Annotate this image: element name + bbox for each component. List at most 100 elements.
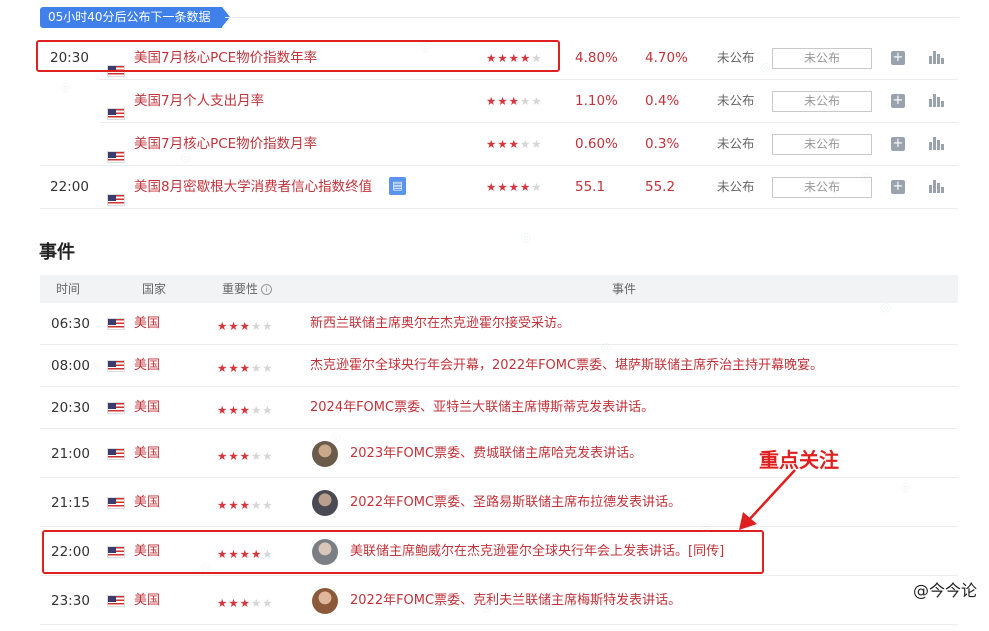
star-filled-icon: ★ bbox=[239, 403, 250, 417]
event-flag bbox=[107, 496, 125, 513]
add-icon[interactable]: + bbox=[891, 180, 905, 194]
star-empty-icon: ★ bbox=[262, 403, 273, 417]
bar-chart-icon[interactable] bbox=[929, 93, 944, 110]
event-flag bbox=[107, 360, 125, 376]
star-empty-icon: ★ bbox=[531, 94, 542, 108]
forecast-value: 4.70% bbox=[645, 50, 688, 66]
event-time: 21:15 bbox=[51, 494, 90, 511]
star-filled-icon: ★ bbox=[217, 448, 228, 463]
data-row: 22:00 美国8月密歇根大学消费者信心指数终值 ▤ ★ ★ ★ ★ ★ 55.1 55.2 未公布… bbox=[40, 166, 958, 209]
us-flag-icon bbox=[107, 594, 125, 607]
event-country: 美国 bbox=[134, 592, 161, 608]
bar-chart-icon[interactable] bbox=[929, 50, 944, 67]
actual-value-box: 未公布 bbox=[772, 134, 872, 155]
star-filled-icon: ★ bbox=[508, 180, 519, 194]
event-importance-stars: ★ ★ ★ ★ ★ bbox=[217, 595, 273, 611]
star-filled-icon: ★ bbox=[497, 180, 508, 194]
highlight-box-powell bbox=[42, 530, 764, 574]
star-empty-icon: ★ bbox=[250, 361, 262, 375]
star-filled-icon: ★ bbox=[519, 180, 531, 194]
event-time: 08:00 bbox=[51, 358, 90, 374]
star-empty-icon: ★ bbox=[250, 448, 262, 463]
add-icon[interactable]: + bbox=[891, 51, 905, 65]
previous-value: 55.1 bbox=[575, 179, 606, 195]
star-filled-icon: ★ bbox=[239, 319, 250, 333]
speaker-avatar bbox=[312, 489, 338, 516]
row-time: 22:00 bbox=[50, 179, 89, 195]
event-importance-stars: ★ ★ ★ ★ ★ bbox=[217, 360, 273, 376]
event-row: 21:15 美国 ★ ★ ★ ★ ★ 2022年FOMC票委、圣路易斯联储主席布拉德发表讲话。 bbox=[40, 478, 958, 527]
bar-chart-icon[interactable] bbox=[929, 136, 944, 153]
publish-status: 未公布 bbox=[717, 179, 755, 194]
event-description-link[interactable]: 2024年FOMC票委、亚特兰大联储主席博斯蒂克发表讲话。 bbox=[310, 398, 654, 418]
events-section-title: 事件 bbox=[39, 242, 75, 263]
star-filled-icon: ★ bbox=[217, 361, 228, 375]
importance-stars: ★ ★ ★ ★ ★ bbox=[486, 138, 542, 150]
forecast-value: 55.2 bbox=[645, 179, 676, 195]
actual-value-box: 未公布 bbox=[772, 91, 872, 112]
event-importance-stars: ★ ★ ★ ★ ★ bbox=[217, 497, 273, 513]
star-filled-icon: ★ bbox=[239, 497, 250, 512]
publish-status: 未公布 bbox=[717, 50, 755, 65]
importance-stars: ★ ★ ★ ★ ★ bbox=[486, 95, 542, 107]
star-empty-icon: ★ bbox=[262, 595, 273, 610]
star-filled-icon: ★ bbox=[486, 137, 497, 151]
bar-chart-icon[interactable] bbox=[929, 179, 944, 196]
event-row: 23:30 美国 ★ ★ ★ ★ ★ 2022年FOMC票委、克利夫兰联储主席梅斯特发表讲话。 bbox=[40, 576, 958, 625]
us-flag-icon bbox=[107, 447, 125, 460]
event-country: 美国 bbox=[134, 316, 161, 331]
event-description-link[interactable]: 2022年FOMC票委、克利夫兰联储主席梅斯特发表讲话。 bbox=[350, 591, 681, 611]
us-flag-icon bbox=[107, 194, 125, 206]
forecast-value: 0.4% bbox=[645, 93, 680, 109]
header-time: 时间 bbox=[56, 282, 81, 296]
event-importance-stars: ★ ★ ★ ★ ★ bbox=[217, 402, 273, 418]
event-flag bbox=[107, 594, 125, 611]
indicator-name-link[interactable]: 美国7月核心PCE物价指数月率 bbox=[134, 123, 317, 165]
forecast-value: 0.3% bbox=[645, 136, 680, 152]
event-description-link[interactable]: 2023年FOMC票委、费城联储主席哈克发表讲话。 bbox=[350, 444, 642, 464]
star-empty-icon: ★ bbox=[262, 497, 273, 512]
star-filled-icon: ★ bbox=[217, 595, 228, 610]
publish-status: 未公布 bbox=[717, 136, 755, 151]
highlight-box-pce bbox=[36, 40, 560, 72]
indicator-name-link[interactable]: 美国7月个人支出月率 bbox=[134, 80, 264, 122]
event-importance-stars: ★ ★ ★ ★ ★ bbox=[217, 318, 273, 334]
event-time: 23:30 bbox=[51, 592, 90, 609]
event-description-link[interactable]: 杰克逊霍尔全球央行年会开幕，2022年FOMC票委、堪萨斯联储主席乔治主持开幕晚… bbox=[310, 356, 823, 376]
star-empty-icon: ★ bbox=[519, 94, 531, 108]
event-description-link[interactable]: 2022年FOMC票委、圣路易斯联储主席布拉德发表讲话。 bbox=[350, 493, 681, 513]
star-filled-icon: ★ bbox=[497, 137, 508, 151]
background-watermark: ◎ bbox=[517, 228, 534, 246]
report-doc-icon[interactable]: ▤ bbox=[389, 177, 406, 195]
indicator-name-link[interactable]: 美国8月密歇根大学消费者信心指数终值 bbox=[134, 166, 372, 208]
event-row: 20:30 美国 ★ ★ ★ ★ ★ 2024年FOMC票委、亚特兰大联储主席博斯蒂克发表讲话… bbox=[40, 387, 958, 429]
star-empty-icon: ★ bbox=[531, 137, 542, 151]
star-empty-icon: ★ bbox=[519, 137, 531, 151]
data-row: 美国7月个人支出月率 ★ ★ ★ ★ ★ 1.10% 0.4% 未公布 未公布 + bbox=[40, 80, 958, 123]
event-country: 美国 bbox=[134, 494, 161, 510]
brand-watermark: @今今论 bbox=[912, 581, 977, 600]
star-empty-icon: ★ bbox=[250, 595, 262, 610]
us-flag-icon bbox=[107, 402, 125, 414]
event-description-link[interactable]: 新西兰联储主席奥尔在杰克逊霍尔接受采访。 bbox=[310, 314, 570, 334]
event-country: 美国 bbox=[134, 400, 161, 415]
star-filled-icon: ★ bbox=[486, 180, 497, 194]
us-flag-icon bbox=[107, 318, 125, 330]
star-filled-icon: ★ bbox=[228, 448, 239, 463]
us-flag-icon bbox=[107, 360, 125, 372]
star-empty-icon: ★ bbox=[531, 180, 542, 194]
add-icon[interactable]: + bbox=[891, 94, 905, 108]
importance-stars: ★ ★ ★ ★ ★ bbox=[486, 181, 542, 193]
event-flag bbox=[107, 447, 125, 464]
actual-value-box: 未公布 bbox=[772, 48, 872, 69]
add-icon[interactable]: + bbox=[891, 137, 905, 151]
star-filled-icon: ★ bbox=[228, 595, 239, 610]
info-icon[interactable]: i bbox=[261, 284, 273, 295]
row-flag bbox=[107, 181, 125, 223]
star-empty-icon: ★ bbox=[250, 497, 262, 512]
star-filled-icon: ★ bbox=[497, 94, 508, 108]
star-filled-icon: ★ bbox=[239, 595, 250, 610]
event-importance-stars: ★ ★ ★ ★ ★ bbox=[217, 448, 273, 464]
event-flag bbox=[107, 318, 125, 334]
events-table-header: 时间 国家 重要性 i 事件 bbox=[40, 275, 958, 303]
